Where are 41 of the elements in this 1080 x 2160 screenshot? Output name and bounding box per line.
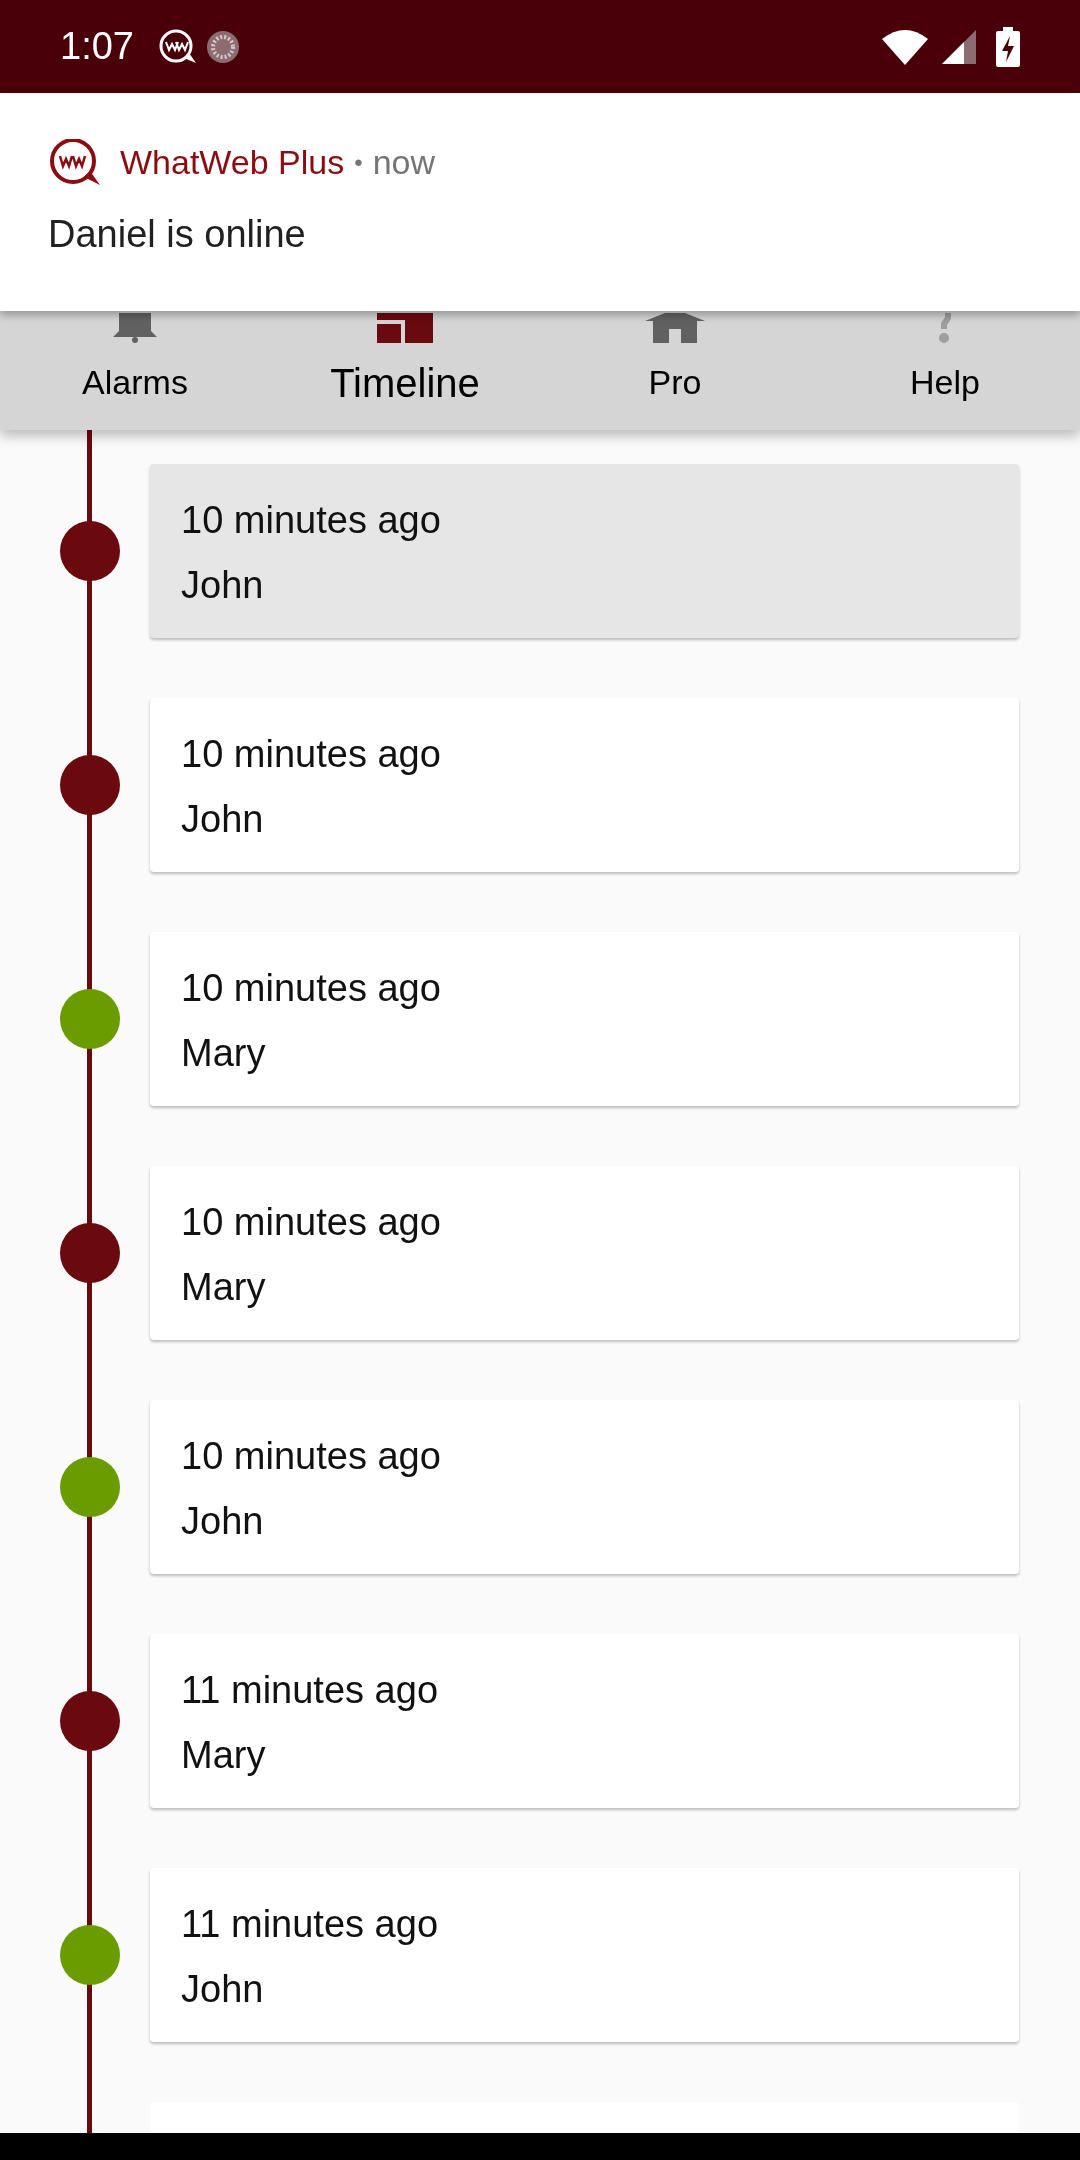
event-time: 11 minutes ago — [181, 1902, 440, 1947]
event-card[interactable] — [150, 2102, 1019, 2133]
wifi-icon — [882, 28, 928, 65]
spinner-icon — [205, 29, 240, 64]
home-icon — [645, 313, 705, 343]
event-card[interactable]: 10 minutes ago Mary — [150, 932, 1019, 1106]
tab[interactable]: Alarms — [0, 311, 270, 430]
event-name: John — [181, 1499, 265, 1544]
bell-icon — [111, 313, 159, 343]
event-time: 10 minutes ago — [181, 1434, 442, 1479]
chat-bubble-icon — [157, 28, 198, 65]
event-time: 10 minutes ago — [181, 732, 442, 777]
dashboard-icon — [377, 313, 433, 343]
event-card[interactable]: 10 minutes ago Mary — [150, 1166, 1019, 1340]
event-time: 11 minutes ago — [181, 1668, 440, 1713]
event-name: John — [181, 797, 265, 842]
app-name: WhatWeb Plus — [120, 142, 345, 183]
event-time: 10 minutes ago — [181, 1200, 442, 1245]
notification-message: Daniel is online — [48, 212, 307, 257]
event-name: John — [181, 563, 265, 608]
event-name: John — [181, 1967, 265, 2012]
event-card[interactable]: 10 minutes ago John — [150, 698, 1019, 872]
separator: • — [354, 147, 363, 178]
event-card[interactable]: 11 minutes ago John — [150, 1868, 1019, 2042]
notification-card[interactable]: WhatWeb Plus • now Daniel is online — [0, 93, 1080, 311]
clock: 1:07 — [60, 24, 134, 69]
event-name: Mary — [181, 1265, 267, 1310]
event-time: 10 minutes ago — [181, 966, 442, 1011]
event-name: Mary — [181, 1031, 267, 1076]
event-card[interactable]: 11 minutes ago Mary — [150, 1634, 1019, 1808]
tab[interactable]: Pro — [540, 311, 810, 430]
event-name: Mary — [181, 1733, 267, 1778]
event-card[interactable]: 10 minutes ago John — [150, 1400, 1019, 1574]
app-logo-icon — [48, 138, 102, 187]
event-card[interactable]: 10 minutes ago John — [150, 464, 1019, 638]
tab[interactable]: Timeline — [270, 311, 540, 430]
notification-time: now — [372, 142, 436, 183]
battery-charging-icon — [996, 26, 1020, 67]
signal-icon — [942, 29, 976, 64]
tab[interactable]: Help — [810, 311, 1080, 430]
event-time: 10 minutes ago — [181, 498, 442, 543]
